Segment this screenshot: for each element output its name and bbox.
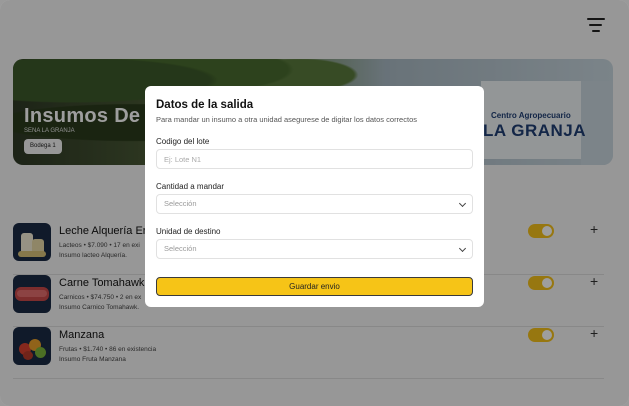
- destination-select[interactable]: Selección: [156, 239, 473, 259]
- destination-select-value: Selección: [164, 244, 197, 253]
- chevron-down-icon: [458, 244, 467, 253]
- save-shipment-button[interactable]: Guardar envio: [156, 277, 473, 296]
- quantity-label: Cantidad a mandar: [156, 182, 225, 191]
- modal-description: Para mandar un insumo a otra unidad aseg…: [156, 115, 417, 124]
- lot-code-input[interactable]: [156, 149, 473, 169]
- lot-code-label: Codigo del lote: [156, 137, 210, 146]
- destination-label: Unidad de destino: [156, 227, 221, 236]
- shipment-modal: Datos de la salida Para mandar un insumo…: [145, 86, 484, 307]
- chevron-down-icon: [458, 199, 467, 208]
- modal-title: Datos de la salida: [156, 99, 254, 111]
- quantity-select[interactable]: Selección: [156, 194, 473, 214]
- quantity-select-value: Selección: [164, 199, 197, 208]
